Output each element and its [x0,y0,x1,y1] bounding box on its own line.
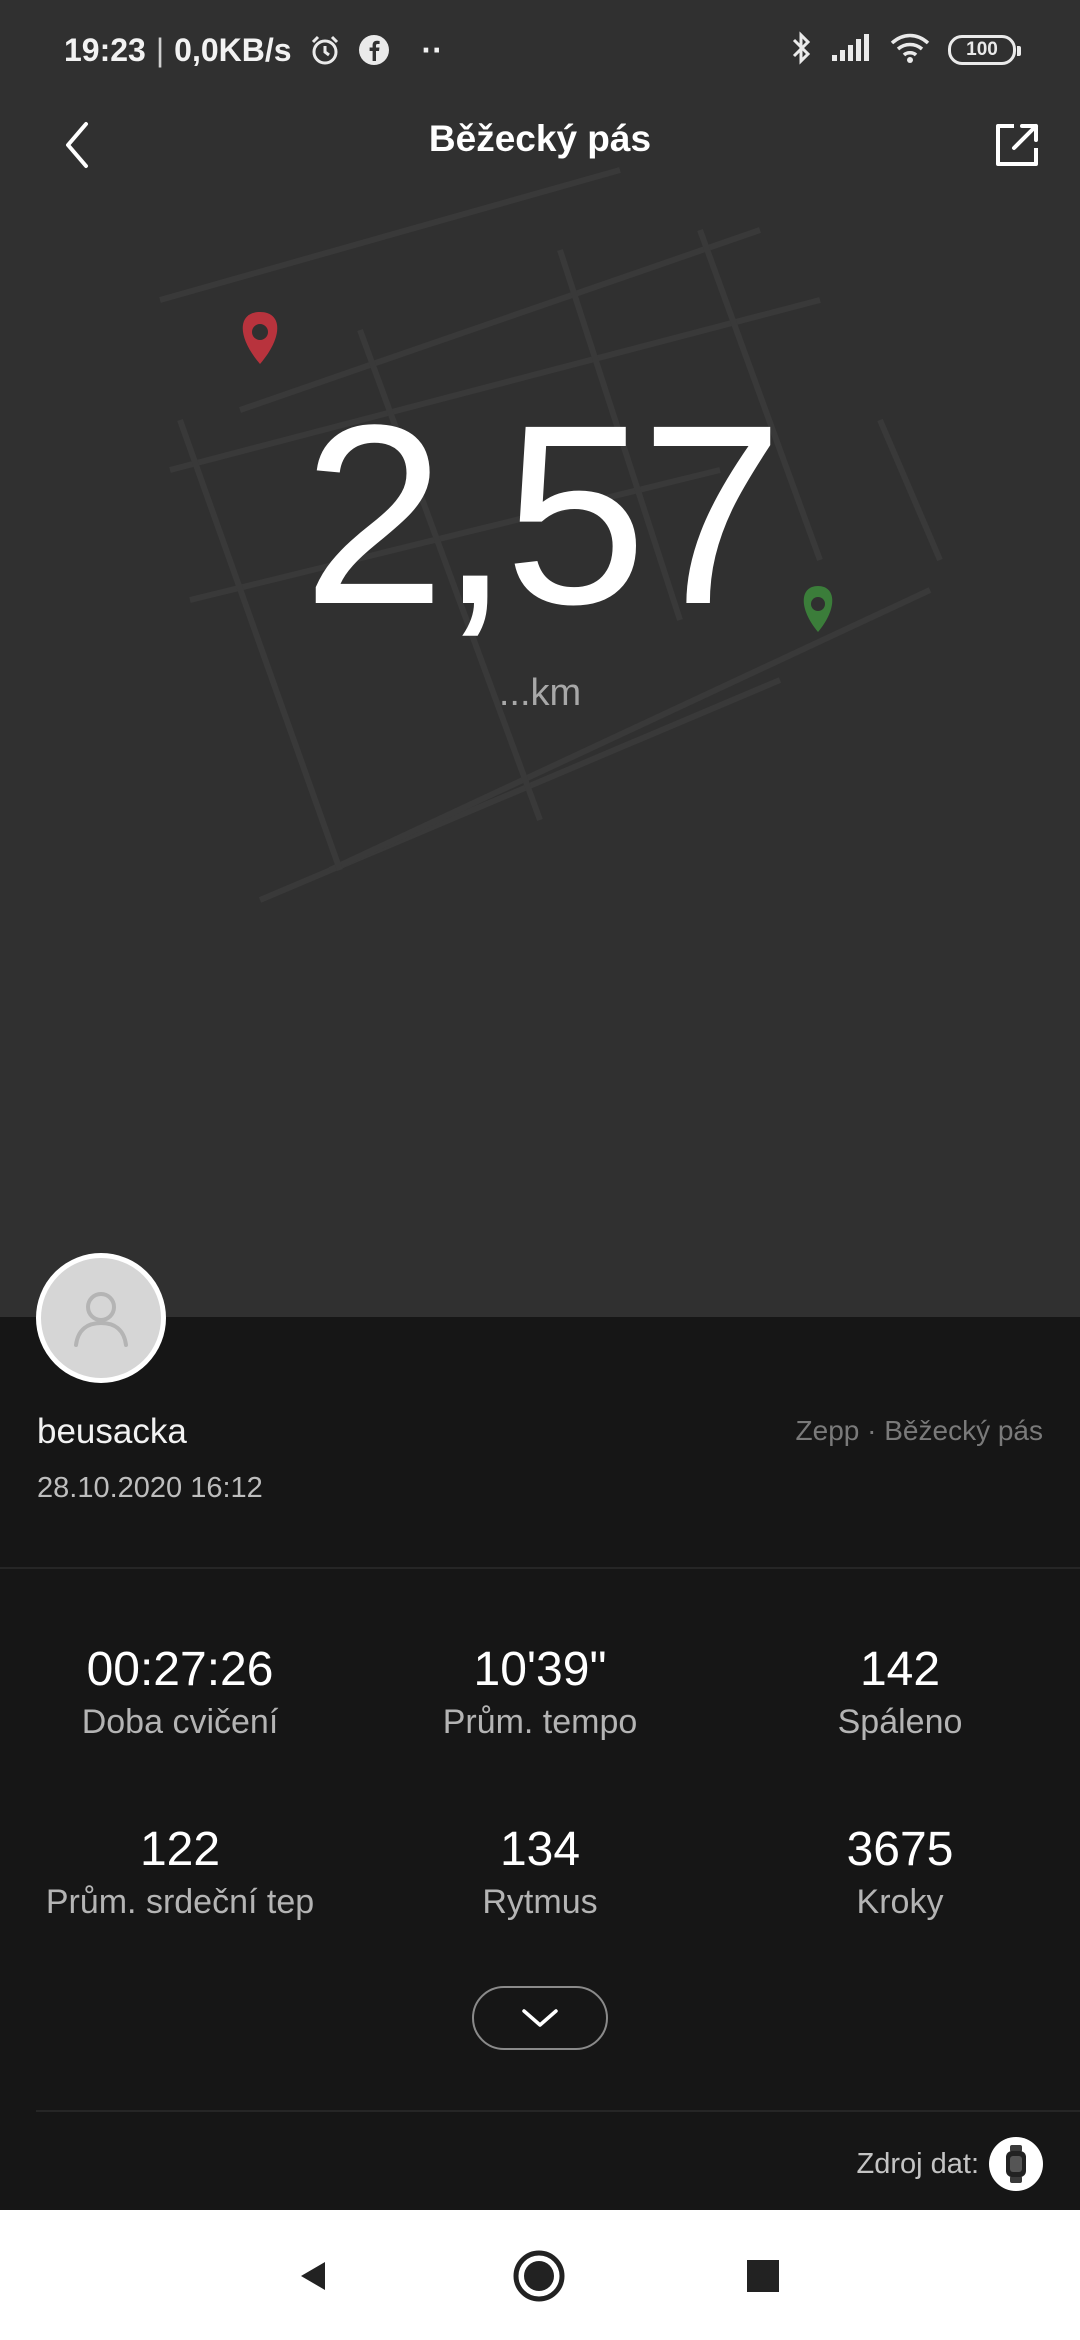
stat-cadence: 134 Rytmus [360,1821,720,1922]
triangle-back-icon [301,2262,325,2290]
map-area: 19:23 | 0,0KB/s ·· 100 Běžecký pás 2,57 … [0,0,1080,1317]
share-icon [996,124,1038,166]
start-pin-icon [242,312,278,364]
distance-value: 2,57 [302,372,783,658]
navigation-bar [0,2210,1080,2340]
stat-value: 142 [859,1643,941,1696]
nav-back-button[interactable] [283,2246,343,2306]
watch-icon [1006,2145,1026,2183]
status-left: 19:23 | 0,0KB/s ·· [64,32,443,69]
status-right: 100 [790,30,1021,71]
stat-calories: 142 Spáleno [720,1641,1080,1742]
stat-label: Kroky [856,1883,944,1921]
chevron-down-icon [522,2009,558,2027]
stat-value: 10'39" [473,1643,607,1696]
route-map-background [159,167,943,903]
alarm-icon [308,33,342,67]
bluetooth-icon [790,30,814,71]
battery-icon: 100 [948,35,1021,65]
stat-average-pace: 10'39" Prům. tempo [360,1641,720,1742]
status-network-speed: 0,0KB/s [174,31,292,68]
status-bar: 19:23 | 0,0KB/s ·· 100 [0,0,1080,100]
workout-detail-screen: 19:23 | 0,0KB/s ·· 100 Běžecký pás 2,57 … [0,0,1080,2340]
stat-value: 00:27:26 [86,1643,274,1696]
battery-level: 100 [966,39,998,60]
data-source: Zdroj dat: [856,2137,1043,2191]
share-button[interactable] [984,112,1050,178]
status-time: 19:23 [64,31,146,68]
page-title: Běžecký pás [428,118,652,159]
source-app-label: Zepp · Běžecký pás [795,1415,1043,1446]
square-recents-icon [747,2260,779,2292]
avatar[interactable] [36,1253,166,1383]
more-notifications-icon: ·· [421,31,443,68]
divider [36,2110,1080,2112]
nav-home-button[interactable] [509,2246,569,2306]
stat-value: 3675 [846,1823,954,1876]
data-source-label: Zdroj dat: [856,2147,980,2180]
expand-stats-button[interactable] [472,1986,608,2050]
distance-unit: ...km [498,672,582,714]
stat-label: Doba cvičení [81,1703,279,1741]
divider [0,1567,1080,1569]
stat-label: Prům. srdeční tep [45,1883,315,1921]
stat-value: 122 [139,1823,221,1876]
stat-value: 134 [499,1823,581,1876]
stat-label: Rytmus [482,1883,598,1921]
user-name: beusacka [37,1412,187,1451]
status-separator: | [155,31,165,68]
stat-label: Prům. tempo [442,1703,638,1741]
signal-icon [830,33,872,68]
device-badge[interactable] [989,2137,1043,2191]
stat-steps: 3675 Kroky [720,1821,1080,1922]
user-icon [74,1292,128,1347]
header: Běžecký pás [0,100,1080,190]
facebook-icon [358,34,390,66]
wifi-icon [888,31,932,70]
stat-average-heart-rate: 122 Prům. srdeční tep [0,1821,360,1922]
stat-workout-time: 00:27:26 Doba cvičení [0,1641,360,1742]
nav-recents-button[interactable] [733,2246,793,2306]
circle-home-icon [513,2250,565,2302]
workout-date: 28.10.2020 16:12 [37,1472,263,1504]
stat-label: Spáleno [837,1703,963,1741]
